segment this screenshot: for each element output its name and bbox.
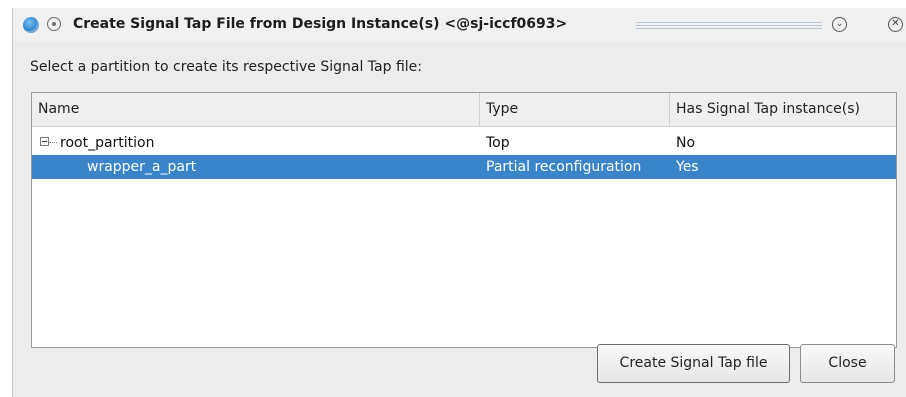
partition-type: Top: [486, 135, 510, 151]
close-icon: ✕: [891, 18, 900, 29]
tree-connector: [49, 142, 57, 143]
partition-has-signal-tap: No: [676, 135, 696, 151]
chevron-down-icon: ⌄: [835, 19, 844, 29]
column-header-type[interactable]: Type: [480, 93, 670, 126]
window-menu-icon[interactable]: [47, 17, 61, 31]
tree-collapse-icon[interactable]: [40, 137, 49, 146]
title-bar-grip: [636, 22, 822, 30]
minimize-button[interactable]: ⌄: [832, 17, 847, 32]
partition-type: Partial reconfiguration: [486, 159, 642, 175]
close-button[interactable]: Close: [800, 344, 895, 383]
partition-name: root_partition: [60, 135, 155, 151]
column-header-has-signal-tap[interactable]: Has Signal Tap instance(s): [670, 93, 896, 126]
close-window-button[interactable]: ✕: [888, 17, 903, 32]
dialog-window: Create Signal Tap File from Design Insta…: [12, 8, 906, 397]
partition-table[interactable]: Name Type Has Signal Tap instance(s) roo…: [31, 92, 897, 348]
partition-name: wrapper_a_part: [87, 159, 197, 175]
table-row[interactable]: root_partition Top No: [32, 131, 896, 155]
partition-has-signal-tap: Yes: [676, 159, 699, 175]
create-signal-tap-file-button[interactable]: Create Signal Tap file: [597, 344, 790, 383]
instruction-label: Select a partition to create its respect…: [30, 59, 422, 75]
app-icon: [23, 17, 39, 33]
table-header: Name Type Has Signal Tap instance(s): [32, 93, 896, 127]
column-header-name[interactable]: Name: [32, 93, 480, 126]
window-title: Create Signal Tap File from Design Insta…: [73, 16, 568, 32]
title-bar[interactable]: Create Signal Tap File from Design Insta…: [13, 8, 906, 41]
table-row-selected[interactable]: wrapper_a_part Partial reconfiguration Y…: [32, 155, 896, 179]
